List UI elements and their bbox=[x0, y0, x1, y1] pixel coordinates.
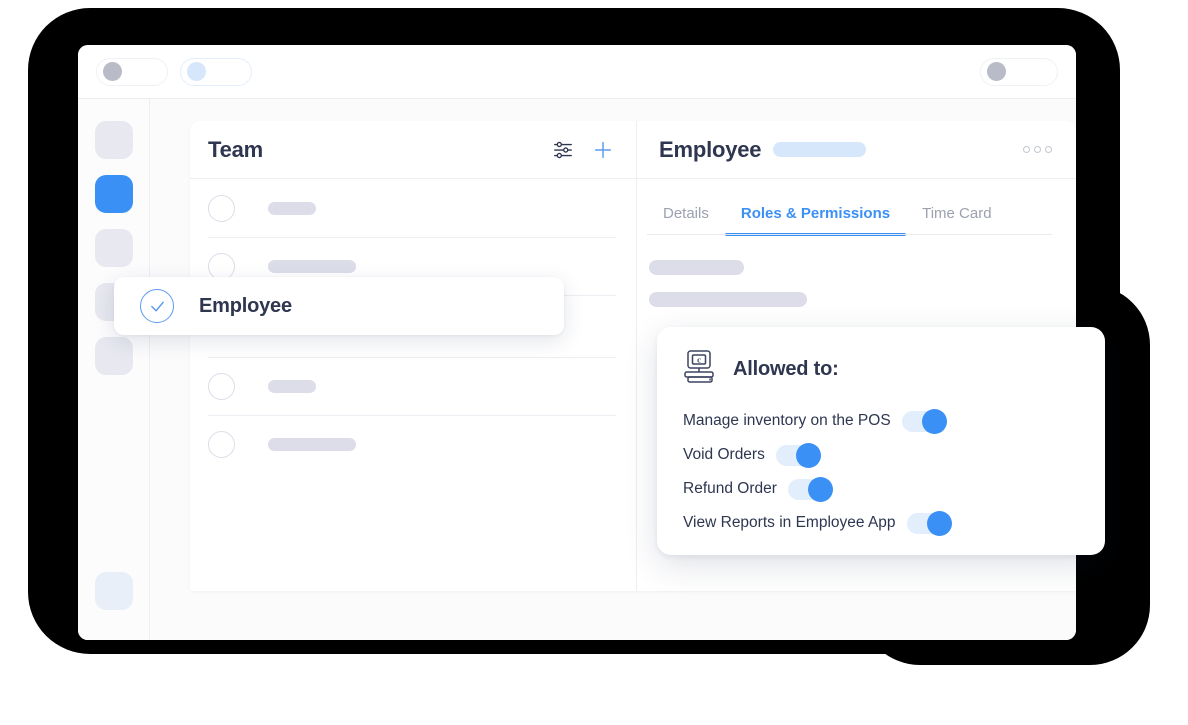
toggle-knob bbox=[926, 510, 952, 536]
permission-row: Void Orders bbox=[683, 438, 1105, 472]
more-options-icon[interactable] bbox=[1023, 146, 1052, 153]
tab-bar: Details Roles & Permissions Time Card bbox=[637, 179, 1076, 236]
plus-icon[interactable] bbox=[592, 139, 614, 161]
allowed-to-card: c Allowed to: Manage inventory on the PO… bbox=[657, 327, 1105, 555]
avatar-placeholder bbox=[208, 372, 235, 400]
tab-roles-permissions[interactable]: Roles & Permissions bbox=[724, 205, 907, 236]
toggle-knob bbox=[921, 408, 947, 434]
permission-toggle-refund-order[interactable] bbox=[787, 476, 833, 502]
permission-label: View Reports in Employee App bbox=[683, 514, 896, 531]
team-list-item-selected[interactable]: Employee bbox=[114, 277, 564, 335]
allowed-to-title: Allowed to: bbox=[733, 358, 839, 380]
detail-title: Employee bbox=[659, 136, 762, 162]
permission-toggle-view-reports[interactable] bbox=[906, 510, 952, 536]
team-panel-header: Team bbox=[190, 121, 636, 179]
permission-row: Manage inventory on the POS bbox=[683, 404, 1105, 438]
team-list-item-label: Employee bbox=[199, 294, 292, 317]
sidebar-item-3[interactable] bbox=[94, 229, 133, 267]
tab-time-card[interactable]: Time Card bbox=[906, 205, 1007, 235]
tab-favicon-icon bbox=[103, 62, 122, 81]
dot bbox=[1023, 146, 1030, 153]
scene: Team Employee Details Roles & Permission… bbox=[0, 0, 1188, 725]
page-title: Team bbox=[208, 136, 264, 162]
sidebar-item-2[interactable] bbox=[94, 175, 133, 213]
name-placeholder bbox=[268, 437, 356, 451]
dot bbox=[1034, 146, 1041, 153]
permission-list: Manage inventory on the POS Void Orders … bbox=[683, 404, 1105, 540]
sliders-icon[interactable] bbox=[552, 139, 592, 161]
tab-rule bbox=[647, 234, 1052, 235]
tab-favicon-icon bbox=[187, 62, 206, 81]
list-item[interactable] bbox=[190, 415, 636, 473]
dot bbox=[1045, 146, 1052, 153]
tab-details[interactable]: Details bbox=[647, 205, 725, 235]
permission-row: Refund Order bbox=[683, 472, 1105, 506]
list-item[interactable] bbox=[190, 357, 636, 415]
permission-label: Manage inventory on the POS bbox=[683, 412, 891, 429]
browser-tab-1[interactable] bbox=[96, 57, 168, 86]
avatar-placeholder bbox=[208, 430, 235, 458]
avatar-placeholder bbox=[208, 252, 235, 280]
browser-chrome bbox=[78, 45, 1076, 99]
permission-row: View Reports in Employee App bbox=[683, 506, 1105, 540]
permission-toggle-manage-inventory[interactable] bbox=[901, 408, 947, 434]
sidebar-item-5[interactable] bbox=[94, 337, 133, 375]
svg-text:c: c bbox=[697, 355, 701, 365]
sidebar-item-1[interactable] bbox=[94, 121, 133, 159]
sidebar bbox=[78, 99, 150, 640]
avatar-placeholder bbox=[208, 194, 235, 222]
content-placeholder bbox=[649, 260, 744, 275]
name-placeholder bbox=[268, 259, 356, 273]
team-panel: Team bbox=[190, 121, 637, 591]
permission-label: Void Orders bbox=[683, 446, 765, 463]
avatar bbox=[987, 62, 1006, 81]
sidebar-item-settings[interactable] bbox=[95, 572, 133, 610]
browser-tab-2[interactable] bbox=[180, 57, 252, 86]
content-placeholder bbox=[649, 292, 807, 307]
status-badge bbox=[773, 142, 867, 157]
name-placeholder bbox=[268, 379, 316, 393]
allowed-to-header: c Allowed to: bbox=[683, 349, 1105, 390]
list-item[interactable] bbox=[190, 179, 636, 237]
pos-terminal-icon: c bbox=[683, 349, 717, 390]
check-circle-icon bbox=[140, 289, 174, 323]
detail-skeletons bbox=[637, 235, 1076, 307]
toggle-knob bbox=[807, 476, 833, 502]
permission-toggle-void-orders[interactable] bbox=[775, 442, 821, 468]
name-placeholder bbox=[268, 201, 316, 215]
permission-label: Refund Order bbox=[683, 480, 777, 497]
toggle-knob bbox=[795, 442, 821, 468]
account-control[interactable] bbox=[980, 57, 1058, 86]
detail-panel-header: Employee bbox=[637, 121, 1076, 179]
